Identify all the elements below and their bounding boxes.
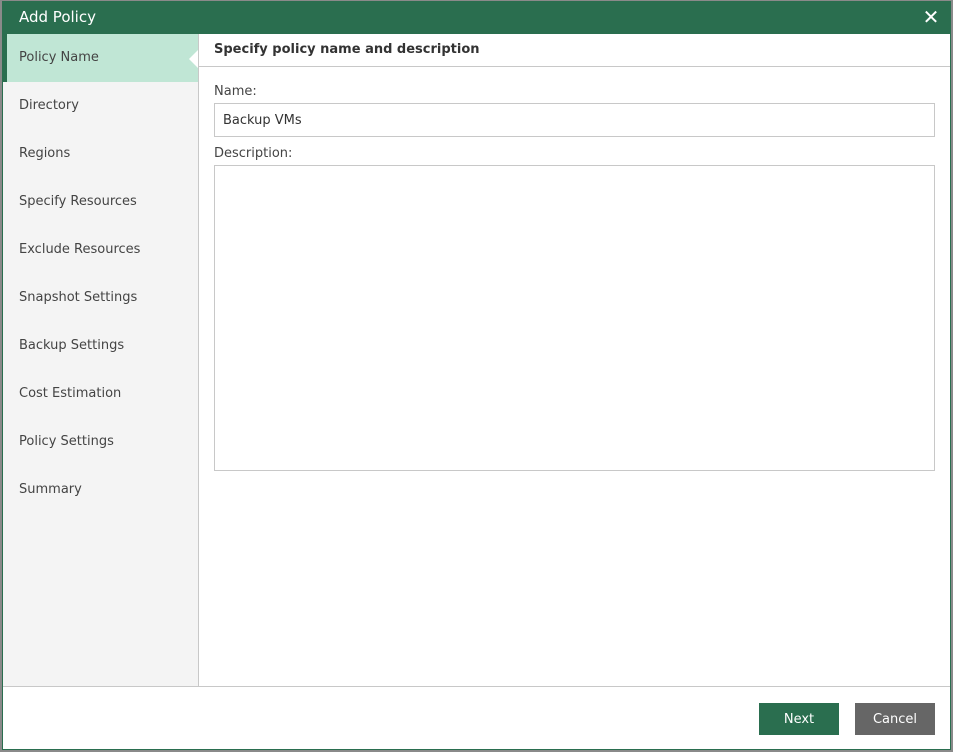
sidebar-item-snapshot-settings[interactable]: Snapshot Settings (3, 274, 198, 322)
dialog-footer: Next Cancel (3, 686, 950, 749)
sidebar-item-directory[interactable]: Directory (3, 82, 198, 130)
close-icon[interactable]: ✕ (920, 6, 942, 28)
add-policy-dialog: Add Policy ✕ Policy Name Directory Regio… (2, 1, 951, 750)
description-input[interactable] (214, 165, 935, 471)
sidebar-item-cost-estimation[interactable]: Cost Estimation (3, 370, 198, 418)
title-bar: Add Policy ✕ (3, 2, 950, 34)
next-button[interactable]: Next (759, 703, 839, 735)
cancel-button[interactable]: Cancel (855, 703, 935, 735)
name-input[interactable] (214, 103, 935, 137)
description-label: Description: (214, 146, 293, 161)
name-label: Name: (214, 84, 257, 99)
sidebar-item-regions[interactable]: Regions (3, 130, 198, 178)
sidebar-item-specify-resources[interactable]: Specify Resources (3, 178, 198, 226)
dialog-title: Add Policy (19, 8, 96, 26)
sidebar-item-policy-settings[interactable]: Policy Settings (3, 418, 198, 466)
main-panel: Specify policy name and description Name… (199, 34, 950, 686)
active-step-pointer (189, 50, 198, 68)
section-header: Specify policy name and description (199, 34, 950, 67)
sidebar-item-policy-name[interactable]: Policy Name (3, 34, 198, 82)
wizard-steps-sidebar: Policy Name Directory Regions Specify Re… (3, 34, 199, 686)
sidebar-item-exclude-resources[interactable]: Exclude Resources (3, 226, 198, 274)
sidebar-item-summary[interactable]: Summary (3, 466, 198, 514)
sidebar-item-backup-settings[interactable]: Backup Settings (3, 322, 198, 370)
